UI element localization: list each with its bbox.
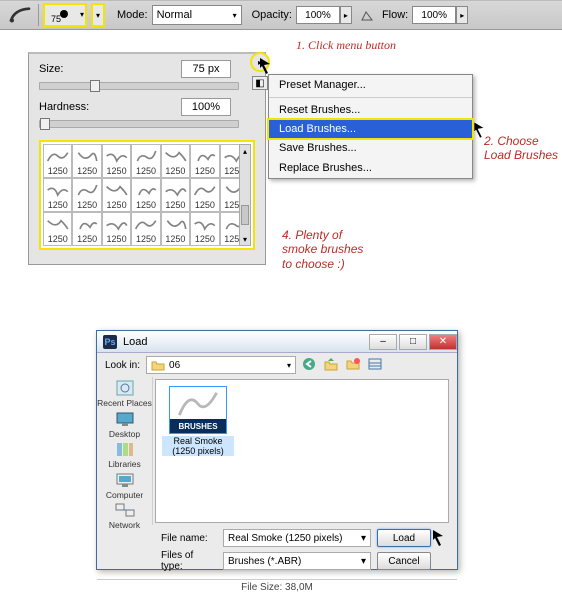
new-preset-icon[interactable]: ◧ [252,76,268,90]
brush-cell[interactable]: 1250 [102,144,131,178]
file-band: BRUSHES [170,419,226,433]
place-computer[interactable]: Computer [97,471,152,500]
mode-select[interactable]: Normal ▾ [152,5,242,25]
status-bar: File Size: 38,0M [97,579,457,593]
file-thumb: BRUSHES [169,386,227,434]
opacity-input[interactable]: 100% [296,6,340,24]
back-icon[interactable] [302,357,318,373]
cancel-button[interactable]: Cancel [377,552,431,570]
lookin-select[interactable]: 06 ▾ [146,356,296,374]
annotation-1: 1. Click menu button [296,38,396,52]
brush-preset-picker[interactable]: 75 ▾ [43,3,87,27]
brush-cell[interactable]: 1250 [161,212,190,246]
panel-menu-button[interactable]: ▸ [250,52,270,72]
place-network[interactable]: Network [97,501,152,530]
scroll-down-button[interactable]: ▾ [240,233,250,245]
file-list[interactable]: BRUSHES Real Smoke (1250 pixels) [155,379,449,523]
brush-cell[interactable]: 1250 [102,178,131,212]
dialog-bottom: File name: Real Smoke (1250 pixels)▾ Loa… [97,525,457,579]
brush-panel-toggle[interactable]: ▾ [91,3,105,27]
lookin-label: Look in: [105,360,140,371]
brush-cell[interactable]: 1250 [102,212,131,246]
maximize-button[interactable]: □ [399,334,427,350]
flow-input[interactable]: 100% [412,6,456,24]
brush-cell[interactable]: 1250 [72,178,101,212]
brush-cell[interactable]: 1250 [190,144,219,178]
load-button[interactable]: Load [377,529,431,547]
brush-thumbnails: 1250125012501250125012501250125012501250… [39,140,255,250]
size-input[interactable]: 75 px [181,60,231,78]
mode-label: Mode: [117,9,148,21]
brush-panel-menu: Preset Manager... Reset Brushes... Load … [268,74,473,179]
brush-scrollbar[interactable]: ▴ ▾ [239,144,251,246]
brush-cell[interactable]: 1250 [72,212,101,246]
brush-cell[interactable]: 1250 [131,178,160,212]
file-item-realsmoke[interactable]: BRUSHES Real Smoke (1250 pixels) [162,386,234,456]
file-caption: Real Smoke (1250 pixels) [162,436,234,456]
brush-tool-icon [6,4,34,26]
opacity-label: Opacity: [252,9,292,21]
tablet-pressure-opacity-icon[interactable] [358,6,376,24]
places-bar: Recent Places Desktop Libraries Computer… [97,377,153,525]
hardness-slider[interactable] [39,120,239,128]
menu-replace-brushes[interactable]: Replace Brushes... [269,158,472,178]
hardness-input[interactable]: 100% [181,98,231,116]
size-label: Size: [39,63,114,75]
scroll-up-button[interactable]: ▴ [240,145,250,157]
filetype-label: Files of type: [161,550,217,572]
load-dialog: Ps Load – □ ✕ Look in: 06 ▾ Recent Place… [96,330,458,570]
brush-cell[interactable]: 1250 [43,212,72,246]
place-libraries[interactable]: Libraries [97,440,152,469]
menu-reset-brushes[interactable]: Reset Brushes... [269,100,472,120]
scroll-thumb[interactable] [241,205,249,225]
brush-cell[interactable]: 1250 [43,178,72,212]
flow-label: Flow: [382,9,408,21]
viewmenu-icon[interactable] [368,357,384,373]
close-button[interactable]: ✕ [429,334,457,350]
newfolder-icon[interactable] [346,357,362,373]
up-icon[interactable] [324,357,340,373]
menu-preset-manager[interactable]: Preset Manager... [269,75,472,95]
menu-load-brushes[interactable]: Load Brushes... [267,118,474,140]
size-slider[interactable] [39,82,239,90]
options-bar: 75 ▾ ▾ Mode: Normal ▾ Opacity: 100% ▸ Fl… [0,0,562,30]
brush-cell[interactable]: 1250 [43,144,72,178]
place-recent[interactable]: Recent Places [97,379,152,408]
brush-cell[interactable]: 1250 [161,144,190,178]
dialog-toolbar: Look in: 06 ▾ [97,353,457,377]
filename-input[interactable]: Real Smoke (1250 pixels)▾ [223,529,371,547]
minimize-button[interactable]: – [369,334,397,350]
annotation-2: 2. ChooseLoad Brushes [484,134,558,163]
menu-save-brushes[interactable]: Save Brushes... [269,138,472,158]
menu-load-brushes-label: Load Brushes... [279,123,356,135]
filename-label: File name: [161,533,217,544]
flow-arrow[interactable]: ▸ [456,6,468,24]
hardness-label: Hardness: [39,101,114,113]
brush-cell[interactable]: 1250 [190,212,219,246]
dialog-body: Recent Places Desktop Libraries Computer… [97,377,457,525]
brush-cell[interactable]: 1250 [131,144,160,178]
brush-cell[interactable]: 1250 [190,178,219,212]
menu-separator [269,97,472,98]
opacity-arrow[interactable]: ▸ [340,6,352,24]
brush-cell[interactable]: 1250 [161,178,190,212]
photoshop-icon: Ps [103,335,117,349]
separator [38,4,39,26]
dialog-titlebar: Ps Load – □ ✕ [97,331,457,353]
filetype-select[interactable]: Brushes (*.ABR)▾ [223,552,371,570]
place-desktop[interactable]: Desktop [97,410,152,439]
lookin-value: 06 [169,360,287,371]
brush-cell[interactable]: 1250 [72,144,101,178]
annotation-4: 4. Plenty ofsmoke brushesto choose :) [282,228,363,271]
mode-value: Normal [157,9,192,21]
brush-preset-panel: Size: 75 px Hardness: 100% 1250125012501… [28,52,266,265]
brush-cell[interactable]: 1250 [131,212,160,246]
dialog-title: Load [123,336,367,348]
